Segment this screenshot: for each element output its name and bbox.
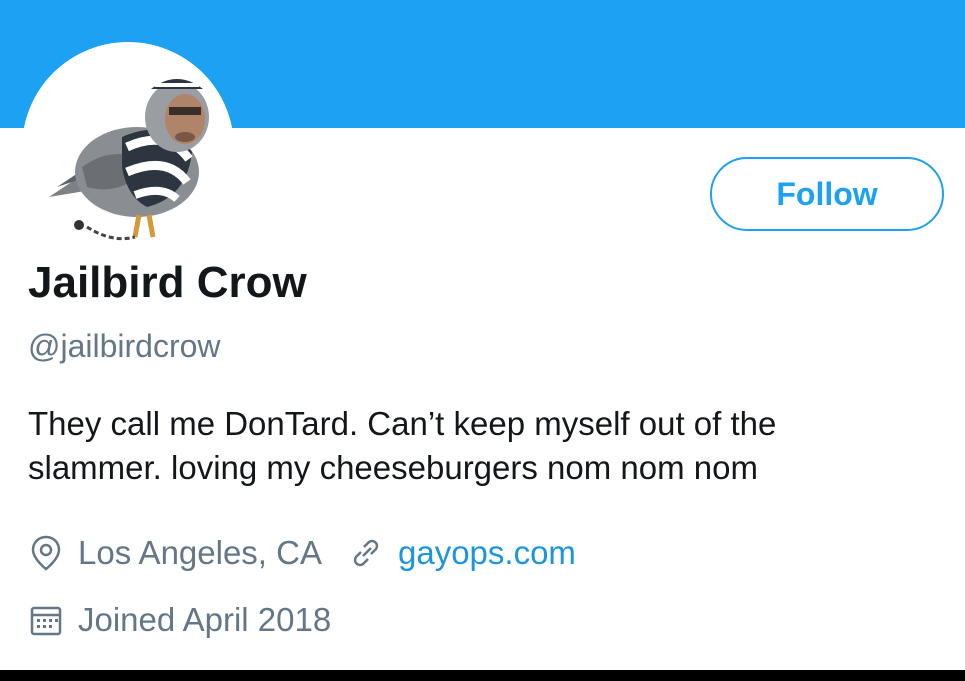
bio-line: They call me DonTard. Can’t keep myself … bbox=[28, 405, 777, 442]
profile-joined-date: Joined April 2018 bbox=[78, 601, 332, 638]
calendar-icon bbox=[28, 600, 64, 640]
bottom-edge-bar bbox=[0, 670, 965, 681]
display-name: Jailbird Crow bbox=[28, 258, 307, 307]
pigeon-avatar-icon bbox=[27, 47, 229, 249]
profile-location: Los Angeles, CA bbox=[78, 534, 322, 571]
profile-handle: @jailbirdcrow bbox=[28, 328, 221, 364]
bio-line: slammer. loving my cheeseburgers nom nom… bbox=[28, 449, 758, 486]
profile-page: Follow Jailbird Crow @jailbirdcrow They … bbox=[0, 0, 965, 681]
profile-meta-row: Los Angeles, CA gayops.com bbox=[28, 531, 576, 575]
location-pin-icon bbox=[28, 533, 64, 573]
profile-avatar[interactable] bbox=[22, 42, 234, 254]
profile-website-link[interactable]: gayops.com bbox=[398, 534, 576, 572]
follow-button[interactable]: Follow bbox=[710, 157, 944, 231]
profile-meta-row: Joined April 2018 bbox=[28, 598, 331, 642]
link-icon bbox=[348, 533, 384, 573]
profile-bio: They call me DonTard. Can’t keep myself … bbox=[28, 402, 928, 490]
